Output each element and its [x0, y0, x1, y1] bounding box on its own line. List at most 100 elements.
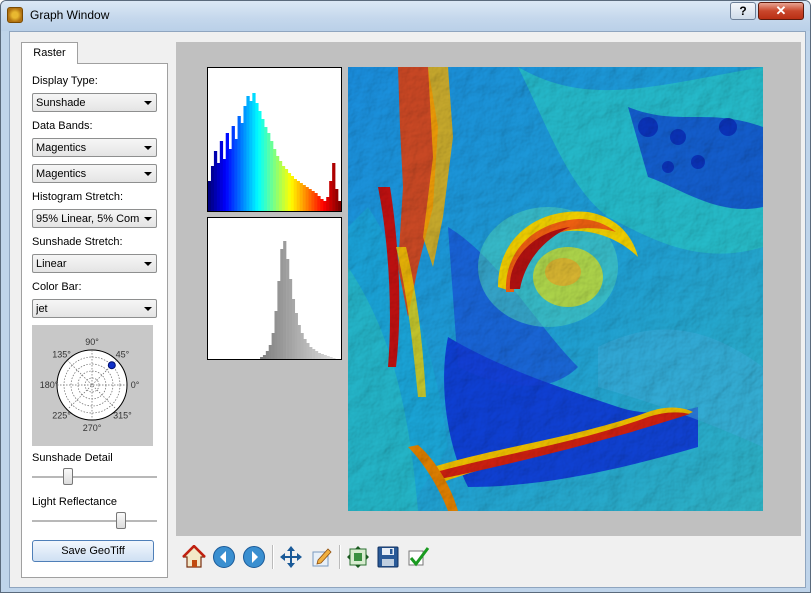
histogram-bar: [326, 356, 330, 359]
histogram-bar: [338, 201, 342, 211]
histogram-bar: [323, 201, 327, 211]
chevron-down-icon: [144, 262, 152, 266]
histogram-bar: [320, 199, 324, 211]
window-title: Graph Window: [30, 8, 110, 22]
histogram-bar: [258, 111, 262, 211]
histogram-bar: [308, 189, 312, 211]
fit-view-icon[interactable]: [346, 545, 370, 569]
home-icon[interactable]: [182, 544, 206, 569]
histogram-bar: [275, 156, 280, 211]
data-band-1-value: Magentics: [36, 142, 87, 154]
histogram-bar: [312, 349, 316, 359]
chevron-down-icon: [144, 217, 152, 221]
histogram-bar: [216, 163, 221, 211]
slider-thumb[interactable]: [63, 468, 73, 485]
color-bar-label: Color Bar:: [32, 281, 82, 293]
histogram-bar: [309, 347, 313, 359]
histogram-bar: [320, 354, 324, 359]
tab-raster[interactable]: Raster: [21, 42, 78, 64]
histogram-bar: [225, 133, 229, 211]
chevron-down-icon: [144, 172, 152, 176]
save-icon[interactable]: [376, 545, 400, 569]
save-geotiff-button[interactable]: Save GeoTiff: [32, 540, 154, 562]
data-band-1-select[interactable]: Magentics: [32, 138, 157, 157]
histogram-bar: [246, 96, 250, 211]
sun-direction-polar[interactable]: 90° 45° 0° 315° 270° 225° 180° 135°: [32, 325, 153, 446]
histogram-bar: [305, 187, 309, 211]
histogram-bar: [317, 353, 322, 359]
histogram-bar: [262, 355, 267, 359]
histogram-bar: [302, 185, 306, 211]
app-icon: [7, 7, 23, 23]
check-icon[interactable]: [406, 545, 430, 569]
chevron-down-icon: [144, 307, 152, 311]
histogram-bar: [210, 166, 215, 211]
forward-arrow-icon[interactable]: [242, 545, 266, 569]
histogram-bar: [261, 119, 265, 211]
histogram-bar: [303, 339, 307, 359]
histogram-bar: [284, 169, 289, 211]
sunshade-stretch-label: Sunshade Stretch:: [32, 236, 123, 248]
raster-panel: Display Type: Sunshade Data Bands: Magen…: [21, 63, 168, 578]
histogram-bar: [252, 93, 256, 211]
histogram-bar: [296, 181, 300, 211]
slider-track: [32, 520, 157, 523]
data-bands-label: Data Bands:: [32, 120, 93, 132]
histogram-bar: [267, 133, 271, 211]
data-band-2-value: Magentics: [36, 168, 87, 180]
sun-position-marker: [107, 361, 116, 370]
histogram-bar: [291, 299, 296, 359]
histogram-bar: [274, 311, 278, 359]
histogram-bar: [240, 123, 244, 211]
histogram-bar: [273, 149, 277, 211]
histogram-bar: [323, 355, 327, 359]
histogram-bar: [294, 313, 298, 359]
histogram-bar: [311, 191, 315, 211]
polar-angle-label: 0°: [131, 380, 140, 390]
histogram-bar: [264, 127, 268, 211]
pan-icon[interactable]: [279, 545, 303, 569]
help-button[interactable]: ?: [730, 2, 756, 20]
histogram-bar: [219, 141, 224, 211]
histogram-bar: [290, 176, 295, 211]
sunshade-detail-slider[interactable]: [32, 466, 157, 488]
histogram-bar: [255, 103, 259, 211]
histogram-stretch-value: 95% Linear, 5% Com: [36, 213, 140, 225]
sunshade-stretch-select[interactable]: Linear: [32, 254, 157, 273]
histogram-bar: [270, 141, 274, 211]
histogram-bar: [332, 358, 336, 359]
histogram-bar: [228, 149, 232, 211]
histogram-bar: [306, 343, 310, 359]
histogram-bar: [278, 161, 283, 211]
polar-angle-label: 315°: [113, 410, 132, 420]
polar-angle-label: 90°: [85, 337, 99, 347]
close-button[interactable]: ✕: [758, 2, 804, 20]
histogram-stretch-select[interactable]: 95% Linear, 5% Com: [32, 209, 157, 228]
graph-canvas[interactable]: [176, 42, 801, 536]
histogram-bar: [231, 126, 235, 211]
color-bar-value: jet: [36, 303, 48, 315]
histogram-bar: [265, 351, 270, 359]
histogram-bar: [280, 249, 284, 359]
slider-thumb[interactable]: [116, 512, 126, 529]
histogram-bar: [222, 159, 227, 211]
polar-angle-label: 180°: [40, 380, 59, 390]
histogram-bar: [326, 197, 330, 211]
color-histogram: [207, 67, 342, 212]
back-arrow-icon[interactable]: [212, 545, 236, 569]
histogram-bar: [208, 181, 212, 211]
histogram-bar: [260, 357, 264, 359]
histogram-bar: [297, 325, 301, 359]
slider-track: [32, 476, 157, 479]
data-band-2-select[interactable]: Magentics: [32, 164, 157, 183]
histogram-bar: [268, 345, 272, 359]
light-reflectance-slider[interactable]: [32, 510, 157, 532]
title-bar[interactable]: Graph Window ? ✕: [1, 1, 810, 31]
polar-angle-label: 45°: [116, 350, 130, 360]
display-type-select[interactable]: Sunshade: [32, 93, 157, 112]
color-bar-select[interactable]: jet: [32, 299, 157, 318]
polar-angle-label: 135°: [52, 350, 71, 360]
histogram-bar: [277, 281, 281, 359]
raster-image[interactable]: [348, 67, 763, 511]
edit-icon[interactable]: [309, 545, 333, 569]
